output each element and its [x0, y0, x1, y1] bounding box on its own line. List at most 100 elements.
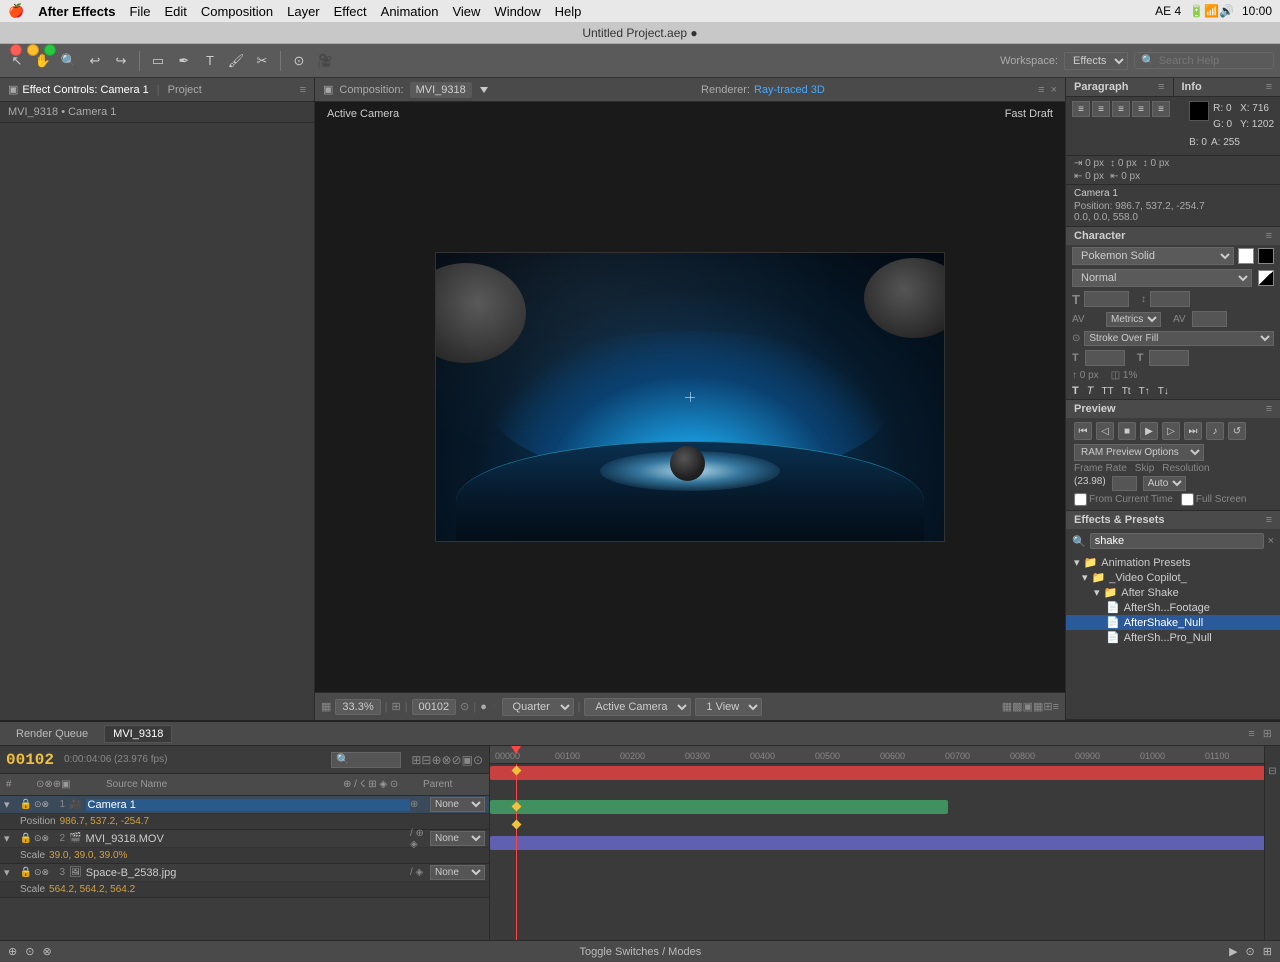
bottom-audio-icon[interactable]: ⊙ [1246, 945, 1255, 958]
justify-btn[interactable]: ≡ [1132, 101, 1150, 117]
comp-panel-close[interactable]: × [1051, 84, 1057, 96]
tree-pro-null-file[interactable]: 📄 AfterSh...Pro_Null [1066, 630, 1280, 645]
full-screen-check[interactable]: Full Screen [1181, 493, 1247, 506]
zoom-display[interactable]: 33.3% [335, 699, 380, 715]
track-space-bg[interactable] [490, 836, 1280, 850]
bottom-icon2[interactable]: ⊙ [25, 945, 34, 958]
timeline-expand[interactable]: ⊞ [1263, 727, 1272, 740]
text-tool[interactable]: T [199, 50, 221, 72]
tree-after-shake[interactable]: ▾ 📁 After Shake [1066, 585, 1280, 600]
font-size-input[interactable]: 42 px [1084, 291, 1129, 307]
track-mvi[interactable] [490, 800, 948, 814]
roto-tool[interactable]: ⊙ [288, 50, 310, 72]
layer1-parent[interactable]: None [430, 797, 485, 812]
tree-video-copilot[interactable]: ▾ 📁 _Video Copilot_ [1066, 570, 1280, 585]
menu-animation[interactable]: Animation [381, 4, 439, 19]
sub-btn[interactable]: T↓ [1158, 386, 1169, 397]
menu-help[interactable]: Help [555, 4, 582, 19]
play-btn[interactable]: ▶ [1140, 422, 1158, 440]
camera-tool[interactable]: 🎥 [314, 50, 336, 72]
pen-tool[interactable]: ✒ [173, 50, 195, 72]
bottom-icon3[interactable]: ⊗ [42, 945, 51, 958]
stroke-color[interactable] [1258, 248, 1274, 264]
small-caps-btn[interactable]: Tt [1122, 386, 1131, 397]
bottom-expand-icon[interactable]: ⊞ [1263, 945, 1272, 958]
paint-tool[interactable]: 🖌 [225, 50, 247, 72]
menu-window[interactable]: Window [494, 4, 540, 19]
justify-full-btn[interactable]: ≡ [1152, 101, 1170, 117]
tree-animation-presets[interactable]: ▾ 📁 Animation Presets [1066, 555, 1280, 570]
effects-presets-header[interactable]: Effects & Presets ≡ [1066, 511, 1280, 529]
from-current-checkbox[interactable] [1074, 493, 1087, 506]
effects-presets-menu[interactable]: ≡ [1266, 514, 1272, 526]
italic-btn[interactable]: T [1087, 385, 1094, 397]
layer-search-input[interactable] [331, 752, 401, 768]
timecode-display[interactable]: 00102 [412, 699, 457, 715]
clone-tool[interactable]: ✂ [251, 50, 273, 72]
skip-input[interactable]: 0 [1112, 476, 1137, 491]
render-queue-tab[interactable]: Render Queue [8, 726, 96, 742]
menu-composition[interactable]: Composition [201, 4, 273, 19]
character-menu[interactable]: ≡ [1266, 230, 1272, 242]
character-header[interactable]: Character ≡ [1066, 227, 1280, 245]
resolution-select[interactable]: Quarter Half Full [502, 698, 574, 716]
preview-header[interactable]: Preview ≡ [1066, 400, 1280, 418]
full-screen-checkbox[interactable] [1181, 493, 1194, 506]
fill-stroke-swatch[interactable] [1258, 270, 1274, 286]
comp-dropdown-icon[interactable] [480, 87, 488, 93]
super-btn[interactable]: T↑ [1139, 386, 1150, 397]
renderer-value[interactable]: Ray-traced 3D [754, 84, 825, 96]
layer3-name[interactable]: Space-B_2538.jpg [86, 867, 410, 879]
align-left-btn[interactable]: ≡ [1072, 101, 1090, 117]
bottom-icon1[interactable]: ⊕ [8, 945, 17, 958]
kerning-select[interactable]: Metrics [1106, 312, 1161, 327]
layer2-expand[interactable]: ▾ [4, 832, 16, 845]
timeline-menu[interactable]: ≡ [1248, 728, 1254, 740]
menu-edit[interactable]: Edit [164, 4, 186, 19]
camera-select[interactable]: Active Camera [584, 698, 691, 716]
bold-btn[interactable]: T [1072, 385, 1079, 397]
menu-effect[interactable]: Effect [334, 4, 367, 19]
redo-btn[interactable]: ↪ [110, 50, 132, 72]
audio-btn[interactable]: ♪ [1206, 422, 1224, 440]
zoom-tool[interactable]: 🔍 [58, 50, 80, 72]
mvi-9318-tab[interactable]: MVI_9318 [104, 725, 172, 743]
vscale-input[interactable]: 97% [1149, 350, 1189, 366]
loop-btn[interactable]: ↺ [1228, 422, 1246, 440]
comp-panel-menu[interactable]: ≡ [1038, 84, 1044, 96]
track-toggle-icon[interactable]: ⊟ [1268, 766, 1276, 777]
layer3-parent[interactable]: None [430, 865, 485, 880]
layer1-name[interactable]: Camera 1 [86, 799, 410, 811]
composition-canvas[interactable] [435, 252, 945, 542]
font-select[interactable]: Pokemon Solid [1072, 247, 1234, 265]
timecode-display[interactable]: 00102 [6, 751, 54, 769]
preview-menu[interactable]: ≡ [1266, 403, 1272, 415]
apple-menu[interactable]: 🍎 [8, 3, 24, 19]
align-center-btn[interactable]: ≡ [1092, 101, 1110, 117]
rect-tool[interactable]: ▭ [147, 50, 169, 72]
fill-color[interactable] [1238, 248, 1254, 264]
bottom-play-btn[interactable]: ▶ [1229, 945, 1237, 958]
stroke-select[interactable]: Stroke Over Fill [1084, 331, 1274, 346]
ram-preview-select[interactable]: RAM Preview Options [1074, 444, 1204, 461]
prev-frame-btn[interactable]: ◁ [1096, 422, 1114, 440]
effects-search-input[interactable] [1090, 533, 1264, 549]
workspace-select[interactable]: Effects [1064, 52, 1128, 70]
first-frame-btn[interactable]: ⏮ [1074, 422, 1092, 440]
leading-input[interactable]: Auto [1150, 291, 1190, 307]
menu-layer[interactable]: Layer [287, 4, 320, 19]
next-frame-btn[interactable]: ▷ [1162, 422, 1180, 440]
track-camera[interactable] [490, 766, 1280, 780]
menu-view[interactable]: View [452, 4, 480, 19]
search-input[interactable] [1159, 55, 1259, 67]
tracking-input[interactable]: 132 [1192, 311, 1227, 327]
effect-controls-tab[interactable]: Effect Controls: Camera 1 [22, 84, 148, 96]
hscale-input[interactable]: 100% [1085, 350, 1125, 366]
menu-file[interactable]: File [129, 4, 150, 19]
undo-btn[interactable]: ↩ [84, 50, 106, 72]
minimize-button[interactable] [27, 44, 39, 56]
layer2-name[interactable]: MVI_9318.MOV [86, 833, 410, 845]
align-right-btn[interactable]: ≡ [1112, 101, 1130, 117]
style-select[interactable]: Normal [1072, 269, 1252, 287]
project-tab[interactable]: Project [168, 84, 202, 96]
